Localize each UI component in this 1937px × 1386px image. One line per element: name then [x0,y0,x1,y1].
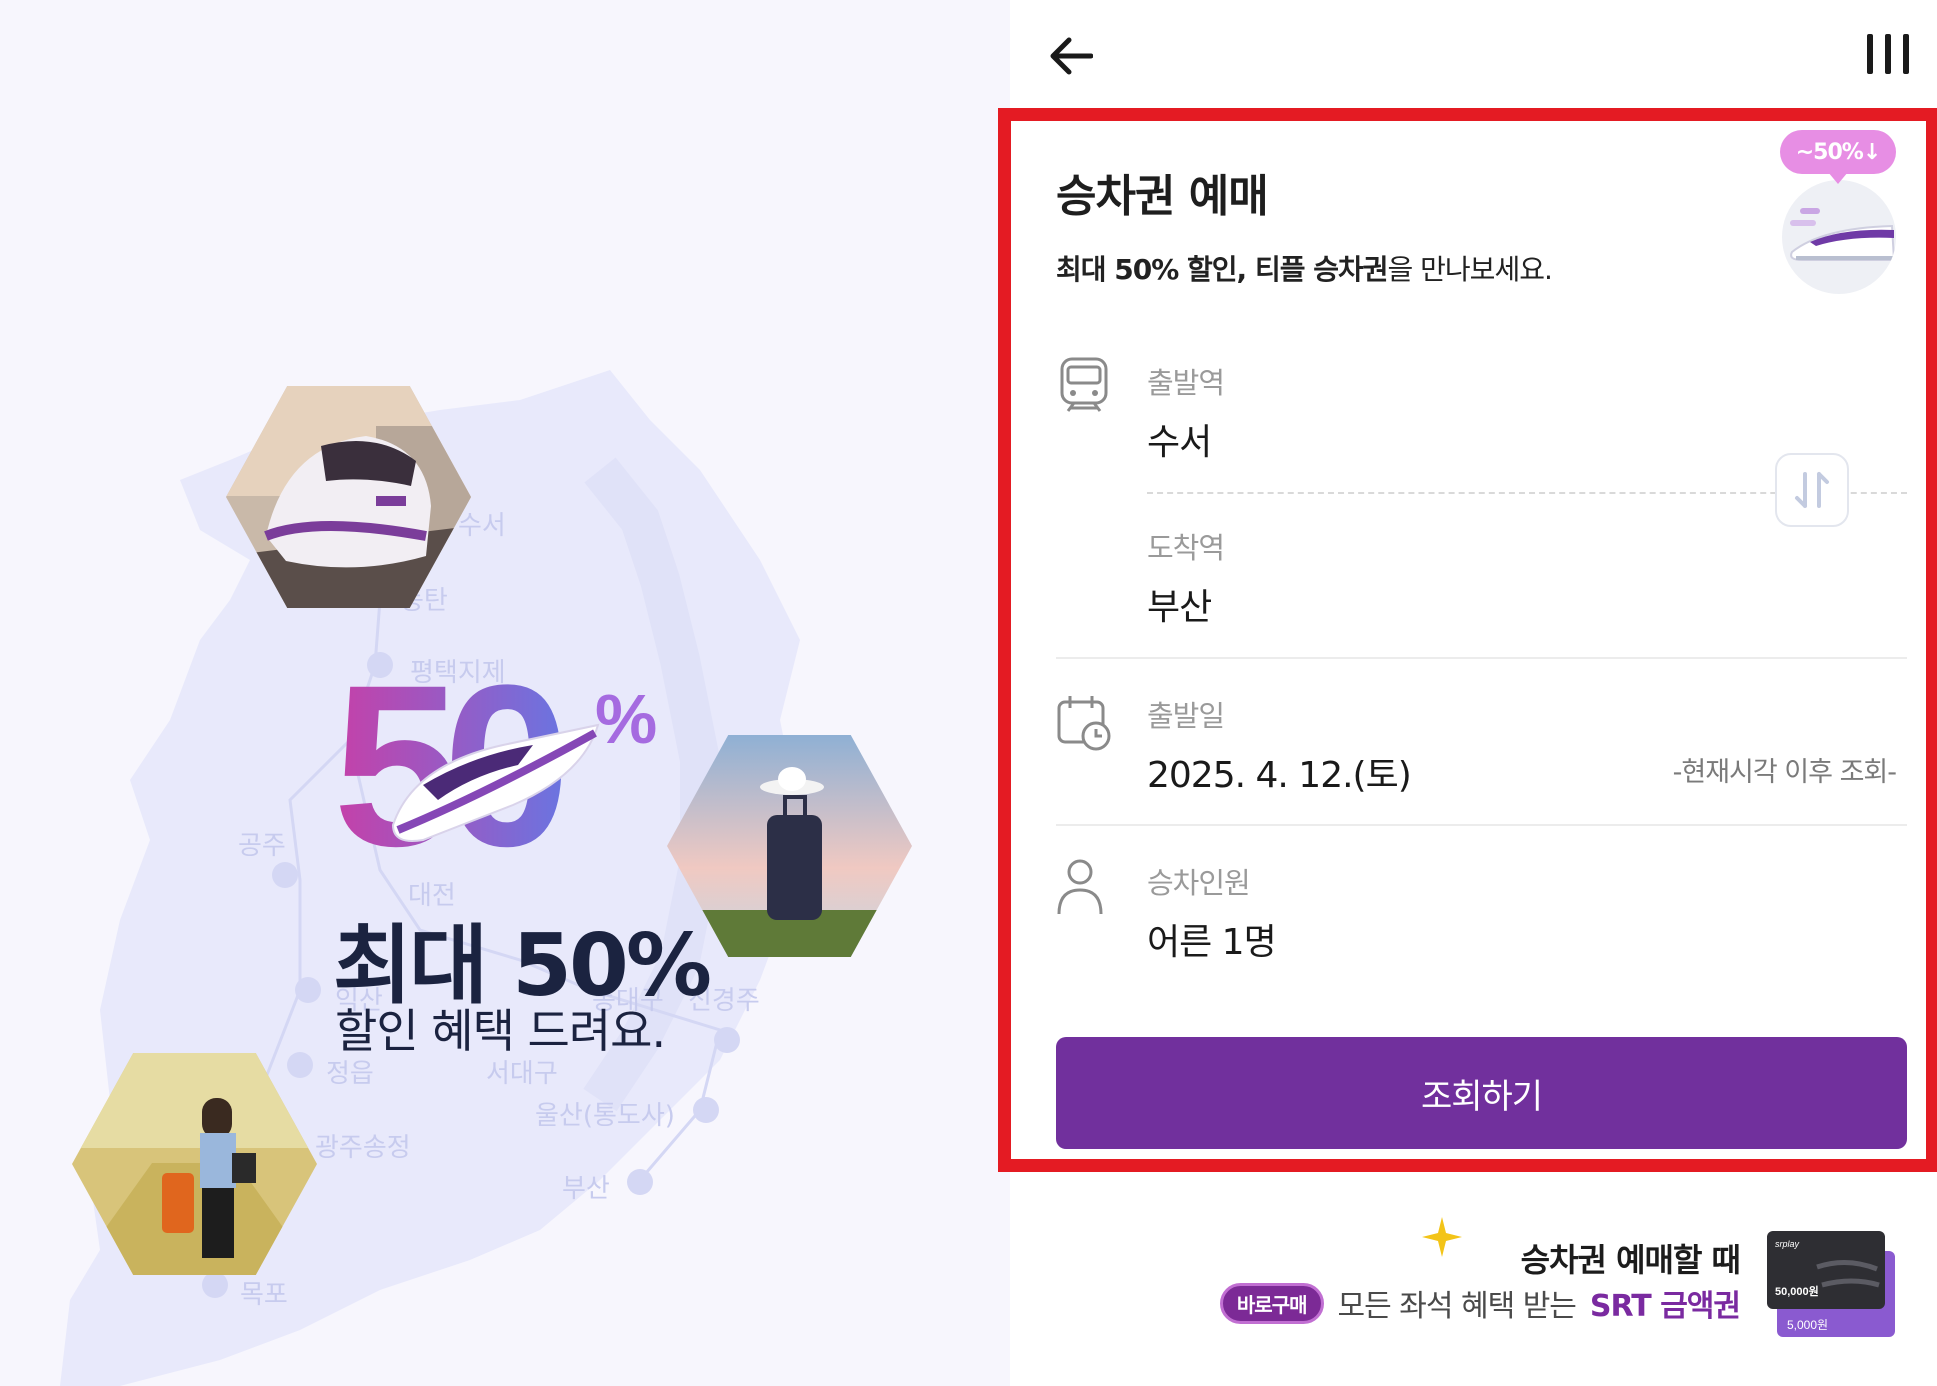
banner-text: 모든 좌석 혜택 받는 [1337,1289,1577,1324]
menu-bars-icon [1867,34,1909,74]
map-label-busan: 부산 [562,1174,610,1204]
departure-label: 출발역 [1147,366,1225,400]
gift-card-banner[interactable]: 승차권 예매할 때 바로구매 모든 좌석 혜택 받는 SRT 금액권 5,000… [1010,1195,1937,1386]
gift-card-image: 5,000원 srplay 50,000원 [1767,1227,1897,1347]
gift-card-bonus: 5,000원 [1787,1318,1828,1332]
page-subtitle: 최대 50% 할인, 티플 승차권을 만나보세요. [1056,248,1553,288]
train-icon [1060,357,1108,412]
back-button[interactable] [1042,28,1098,84]
promo-subheadline: 할인 혜택 드려요. [335,1004,666,1058]
discount-badge: ~50%↓ [1780,130,1910,305]
passenger-label: 승차인원 [1147,866,1251,900]
discount-badge-label: ~50%↓ [1780,130,1896,174]
train-thumbnail [1782,180,1896,294]
menu-button[interactable] [1863,30,1915,80]
subtitle-bold: 최대 50% 할인, 티플 승차권 [1056,253,1388,286]
sparkle-icon [1422,1217,1462,1257]
passenger-count[interactable]: 어른 1명 [1147,913,1277,965]
map-label-gongju: 공주 [238,831,286,861]
banner-title: 승차권 예매할 때 [1520,1241,1741,1279]
subtitle-rest: 을 만나보세요. [1387,253,1553,286]
person-icon [1057,859,1103,915]
banner-product: SRT 금액권 [1589,1289,1741,1324]
divider [1056,657,1907,659]
search-button[interactable]: 조회하기 [1056,1037,1907,1149]
time-filter-note[interactable]: -현재시각 이후 조회- [1673,750,1897,789]
departure-date[interactable]: 2025. 4. 12.(토) [1147,746,1412,798]
promo-panel: 수서 동탄 평택지제 공주 대전 익산 동대구 신경주 정읍 서대구 울산(통도… [0,0,1010,1386]
arrival-label: 도착역 [1147,531,1225,565]
map-label-gwangju: 광주송정 [315,1133,411,1163]
calendar-clock-icon [1057,696,1111,751]
arrow-left-icon [1050,37,1093,75]
page-title: 승차권 예매 [1056,171,1269,222]
fifty-percent-graphic: 50 % [333,665,657,875]
map-label-mokpo: 목포 [240,1280,288,1310]
map-label-suseo: 수서 [458,511,506,541]
percent-sign: % [595,680,657,758]
buy-now-tag: 바로구매 [1219,1282,1324,1324]
date-label: 출발일 [1147,699,1225,733]
booking-panel: 승차권 예매 최대 50% 할인, 티플 승차권을 만나보세요. ~50%↓ 출… [998,0,1937,1386]
banner-subtitle: 바로구매 모든 좌석 혜택 받는 SRT 금액권 [1219,1281,1741,1325]
arrival-station[interactable]: 부산 [1147,578,1212,630]
swap-arrows-icon [1795,472,1829,508]
divider [1056,824,1907,826]
departure-station[interactable]: 수서 [1147,413,1212,465]
swap-stations-button[interactable] [1775,453,1849,527]
map-label-ulsan: 울산(통도사) [535,1101,675,1131]
gift-card-brand: srplay [1775,1239,1800,1249]
gift-card-amount: 50,000원 [1775,1284,1819,1298]
